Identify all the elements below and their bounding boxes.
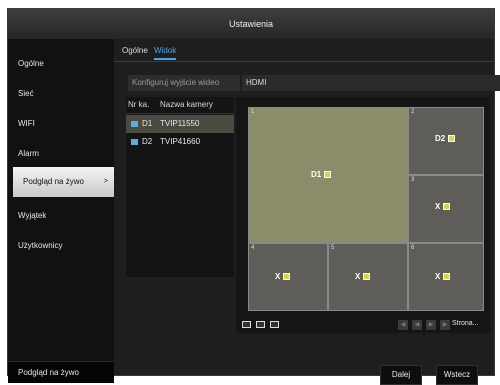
tab-view[interactable]: Widok xyxy=(154,44,177,60)
sidebar-item-label: Alarm xyxy=(18,149,39,158)
chevron-right-icon: > xyxy=(103,178,108,185)
video-output-row: Konfiguruj wyjście wideo HDMI ▾ xyxy=(122,75,500,91)
sidebar-item-network[interactable]: Sieć xyxy=(8,79,114,109)
camera-list: Nr ka. Nazwa kamery D1 TVIP11550 D2 TVIP… xyxy=(126,97,234,277)
sidebar-item-label: Sieć xyxy=(18,89,34,98)
layout-1x1-icon[interactable] xyxy=(242,321,251,328)
layout-3x3-icon[interactable] xyxy=(270,321,279,328)
first-page-icon[interactable]: ◀ xyxy=(398,320,408,330)
camera-name: TVIP11550 xyxy=(160,119,200,128)
cell-number: 2 xyxy=(411,109,415,115)
camera-tag-icon xyxy=(283,273,291,281)
window-title: Ustawienia xyxy=(8,9,494,39)
camera-tag-icon xyxy=(324,171,332,179)
video-output-value: HDMI xyxy=(246,78,267,87)
tab-general[interactable]: Ogólne xyxy=(122,44,148,58)
cell-camera-label: D1 xyxy=(311,170,332,180)
sidebar-item-general[interactable]: Ogólne xyxy=(8,49,114,79)
layout-cell-4[interactable]: 4 X xyxy=(248,243,328,311)
layout-cell-3[interactable]: 3 X xyxy=(408,175,484,243)
tab-bar: Ogólne Widok xyxy=(114,39,494,62)
content-panel: Ogólne Widok Konfiguruj wyjście wideo HD… xyxy=(114,39,500,385)
column-header-name: Nazwa kamery xyxy=(160,100,213,109)
camera-name: TVIP41660 xyxy=(160,137,201,146)
sidebar-item-label: Ogólne xyxy=(18,59,44,68)
cell-number: 4 xyxy=(251,245,255,251)
camera-icon xyxy=(131,121,138,127)
camera-icon xyxy=(131,139,138,145)
camera-tag-icon xyxy=(363,273,371,281)
sidebar-item-label: Użytkownicy xyxy=(18,241,63,250)
cell-camera-label: X xyxy=(355,272,371,282)
camera-tag-icon xyxy=(443,273,451,281)
camera-row-d2[interactable]: D2 TVIP41660 xyxy=(126,133,234,151)
layout-cell-1[interactable]: 1 D1 xyxy=(248,107,408,243)
sidebar: Ogólne Sieć WIFI Alarm Podgląd na żywo >… xyxy=(8,39,114,375)
cell-camera-label: X xyxy=(435,272,451,282)
sidebar-item-label: WIFI xyxy=(18,119,35,128)
column-header-nr: Nr ka. xyxy=(128,100,150,109)
sidebar-item-exception[interactable]: Wyjątek xyxy=(8,201,114,231)
sidebar-item-live-view[interactable]: Podgląd na żywo > xyxy=(13,167,114,197)
page-button[interactable]: Strona... xyxy=(452,320,478,327)
cell-number: 6 xyxy=(411,245,415,251)
camera-row-d1[interactable]: D1 TVIP11550 xyxy=(126,115,234,133)
cell-number: 3 xyxy=(411,177,415,183)
layout-cell-2[interactable]: 2 D2 xyxy=(408,107,484,175)
cell-camera-label: D2 xyxy=(435,134,456,144)
settings-window: Ustawienia Ogólne Sieć WIFI Alarm Podglą… xyxy=(7,8,500,385)
sidebar-item-label: Wyjątek xyxy=(18,211,47,220)
layout-cell-6[interactable]: 6 X xyxy=(408,243,484,311)
layout-cell-5[interactable]: 5 X xyxy=(328,243,408,311)
camera-number: D1 xyxy=(142,119,153,128)
cell-number: 5 xyxy=(331,245,335,251)
layout-grid-panel: 1 D1 2 D2 3 X 4 X 5 X 6 X ◀ ◀ ▶ ▶ Strona… xyxy=(236,97,490,333)
cell-camera-label: X xyxy=(435,202,451,212)
prev-page-icon[interactable]: ◀ xyxy=(412,320,422,330)
cell-number: 1 xyxy=(251,109,255,115)
camera-tag-icon xyxy=(443,203,451,211)
sidebar-item-users[interactable]: Użytkownicy xyxy=(8,231,114,261)
back-button[interactable]: Wstecz xyxy=(436,365,478,385)
last-page-icon[interactable]: ▶ xyxy=(440,320,450,330)
layout-toolbar: ◀ ◀ ▶ ▶ Strona... xyxy=(236,317,490,333)
camera-number: D2 xyxy=(142,137,153,146)
sidebar-item-alarm[interactable]: Alarm xyxy=(8,139,114,169)
sidebar-item-wifi[interactable]: WIFI xyxy=(8,109,114,139)
cell-camera-label: X xyxy=(275,272,291,282)
next-button[interactable]: Dalej xyxy=(380,365,422,385)
camera-tag-icon xyxy=(448,135,456,143)
camera-list-header: Nr ka. Nazwa kamery xyxy=(126,97,234,114)
sidebar-item-label: Podgląd na żywo xyxy=(23,177,84,186)
next-page-icon[interactable]: ▶ xyxy=(426,320,436,330)
layout-2x2-icon[interactable] xyxy=(256,321,265,328)
video-output-select[interactable]: HDMI ▾ xyxy=(242,75,500,91)
video-output-label: Konfiguruj wyjście wideo xyxy=(128,75,240,91)
